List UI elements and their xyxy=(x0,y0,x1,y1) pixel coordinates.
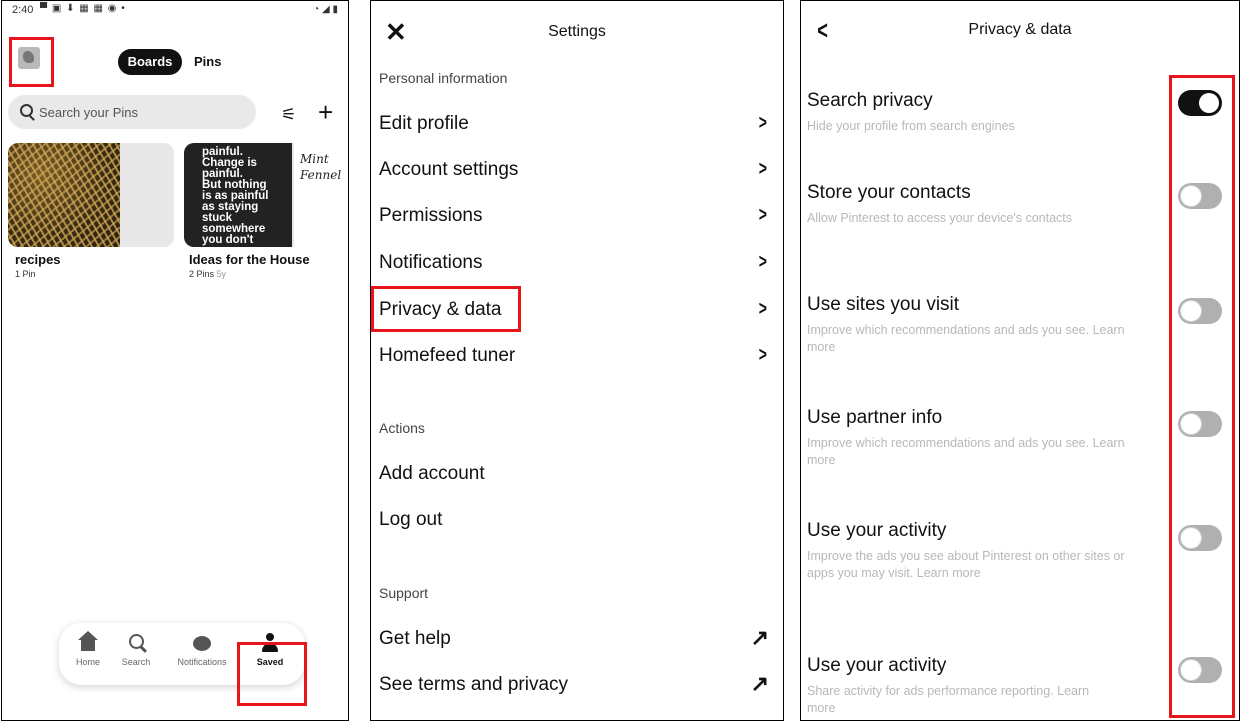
highlight-box xyxy=(1169,75,1235,718)
setting-title: Use your activity xyxy=(807,520,947,541)
avatar[interactable] xyxy=(18,47,40,69)
settings-item-label: Account settings xyxy=(379,159,519,180)
privacy-screen: < Privacy & data Search privacy Hide you… xyxy=(800,0,1240,721)
nav-home[interactable]: Home xyxy=(63,623,113,667)
setting-search-privacy: Search privacy Hide your profile from se… xyxy=(807,90,1167,135)
tab-boards[interactable]: Boards xyxy=(118,49,182,75)
nav-label: Home xyxy=(75,657,100,667)
board-side-image: Mint Fennel xyxy=(294,143,348,247)
settings-item-label: Permissions xyxy=(379,205,483,226)
chevron-right-icon: > xyxy=(759,251,768,273)
highlight-box xyxy=(371,286,521,332)
settings-item-terms[interactable]: See terms and privacy ↗ xyxy=(379,671,775,701)
settings-item-permissions[interactable]: Permissions > xyxy=(379,202,775,232)
settings-item-label: See terms and privacy xyxy=(379,674,569,695)
board-card-recipes[interactable] xyxy=(8,143,174,247)
search-icon xyxy=(128,634,144,649)
settings-item-label: Get help xyxy=(379,628,451,649)
board-pin-count: 1 Pin xyxy=(15,269,36,279)
chevron-right-icon: > xyxy=(759,344,768,366)
nav-notifications[interactable]: Notifications xyxy=(171,623,233,667)
settings-item-notifications[interactable]: Notifications > xyxy=(379,249,775,279)
settings-item-get-help[interactable]: Get help ↗ xyxy=(379,625,775,655)
board-pin-count: 2 Pins 5y xyxy=(189,269,226,279)
settings-item-homefeed-tuner[interactable]: Homefeed tuner > xyxy=(379,342,775,372)
pin-count: 1 Pin xyxy=(15,269,36,279)
setting-partner-info: Use partner info Improve which recommend… xyxy=(807,407,1167,469)
nav-label: Search xyxy=(121,657,151,667)
board-name[interactable]: Ideas for the House xyxy=(189,252,310,267)
settings-screen: ✕ Settings Personal information Edit pro… xyxy=(370,0,784,721)
setting-your-activity: Use your activity Improve the ads you se… xyxy=(807,520,1167,582)
board-cover-image xyxy=(8,143,120,247)
search-input[interactable]: Search your Pins xyxy=(8,95,256,129)
side-text: Fennel xyxy=(300,168,342,182)
setting-description: Improve which recommendations and ads yo… xyxy=(807,323,1125,354)
setting-description: Improve which recommendations and ads yo… xyxy=(807,436,1125,467)
section-heading: Actions xyxy=(379,420,425,436)
setting-sites-you-visit: Use sites you visit Improve which recomm… xyxy=(807,294,1167,356)
settings-item-label: Notifications xyxy=(379,252,483,273)
setting-description: Improve the ads you see about Pinterest … xyxy=(807,549,1125,580)
external-link-icon: ↗ xyxy=(750,671,769,696)
setting-activity-reporting: Use your activity Share activity for ads… xyxy=(807,655,1167,717)
search-icon xyxy=(20,104,33,117)
saved-screen: 2:40 ▀ ▣ ⬇ ▦ ▦ ◉ • ◔ ◢ ▮ Boards Pins Sea… xyxy=(1,0,349,721)
signal-battery-icon: ◔ ◢ ▮ xyxy=(313,4,338,15)
board-name[interactable]: recipes xyxy=(15,252,61,267)
external-link-icon: ↗ xyxy=(750,625,769,650)
setting-description: Hide your profile from search engines xyxy=(807,119,1015,133)
settings-item-label: Add account xyxy=(379,463,485,484)
chevron-right-icon: > xyxy=(759,158,768,180)
setting-store-contacts: Store your contacts Allow Pinterest to a… xyxy=(807,182,1167,227)
tab-pins[interactable]: Pins xyxy=(194,49,221,75)
page-title: Privacy & data xyxy=(968,21,1072,38)
chevron-right-icon: > xyxy=(759,112,768,134)
nav-label: Notifications xyxy=(177,657,227,667)
notifications-icon xyxy=(193,636,211,651)
highlight-box xyxy=(237,642,307,706)
section-heading: Personal information xyxy=(379,70,508,86)
notification-icons: ▀ ▣ ⬇ ▦ ▦ ◉ • xyxy=(40,3,126,14)
chevron-right-icon: > xyxy=(759,298,768,320)
side-text: Mint xyxy=(300,152,329,166)
nav-search[interactable]: Search xyxy=(111,623,161,667)
cover-text-line: you don't xyxy=(202,234,254,246)
settings-item-account-settings[interactable]: Account settings > xyxy=(379,156,775,186)
settings-item-label: Log out xyxy=(379,509,443,530)
home-icon xyxy=(78,631,98,651)
status-bar: 2:40 ▀ ▣ ⬇ ▦ ▦ ◉ • ◔ ◢ ▮ xyxy=(12,3,338,20)
setting-title: Search privacy xyxy=(807,90,933,111)
page-title: Settings xyxy=(548,23,606,40)
setting-title: Use partner info xyxy=(807,407,943,428)
filter-icon[interactable]: ⚟ xyxy=(281,105,296,125)
settings-item-add-account[interactable]: Add account xyxy=(379,460,775,490)
setting-title: Use sites you visit xyxy=(807,294,960,315)
pin-count: 2 Pins xyxy=(189,269,215,279)
add-icon[interactable]: + xyxy=(318,97,333,128)
board-card-ideas[interactable]: painful. Change is painful. But nothing … xyxy=(184,143,348,247)
setting-title: Use your activity xyxy=(807,655,947,676)
setting-description: Allow Pinterest to access your device's … xyxy=(807,211,1073,225)
settings-item-label: Homefeed tuner xyxy=(379,345,516,366)
section-heading: Support xyxy=(379,585,429,601)
settings-item-edit-profile[interactable]: Edit profile > xyxy=(379,110,775,140)
chevron-right-icon: > xyxy=(759,204,768,226)
settings-item-label: Edit profile xyxy=(379,113,469,134)
settings-item-log-out[interactable]: Log out xyxy=(379,506,775,536)
board-cover-image: painful. Change is painful. But nothing … xyxy=(184,143,292,247)
search-placeholder: Search your Pins xyxy=(39,105,138,120)
status-time: 2:40 xyxy=(12,4,34,16)
setting-description: Share activity for ads performance repor… xyxy=(807,684,1090,715)
setting-title: Store your contacts xyxy=(807,182,971,203)
board-age: 5y xyxy=(216,269,227,279)
